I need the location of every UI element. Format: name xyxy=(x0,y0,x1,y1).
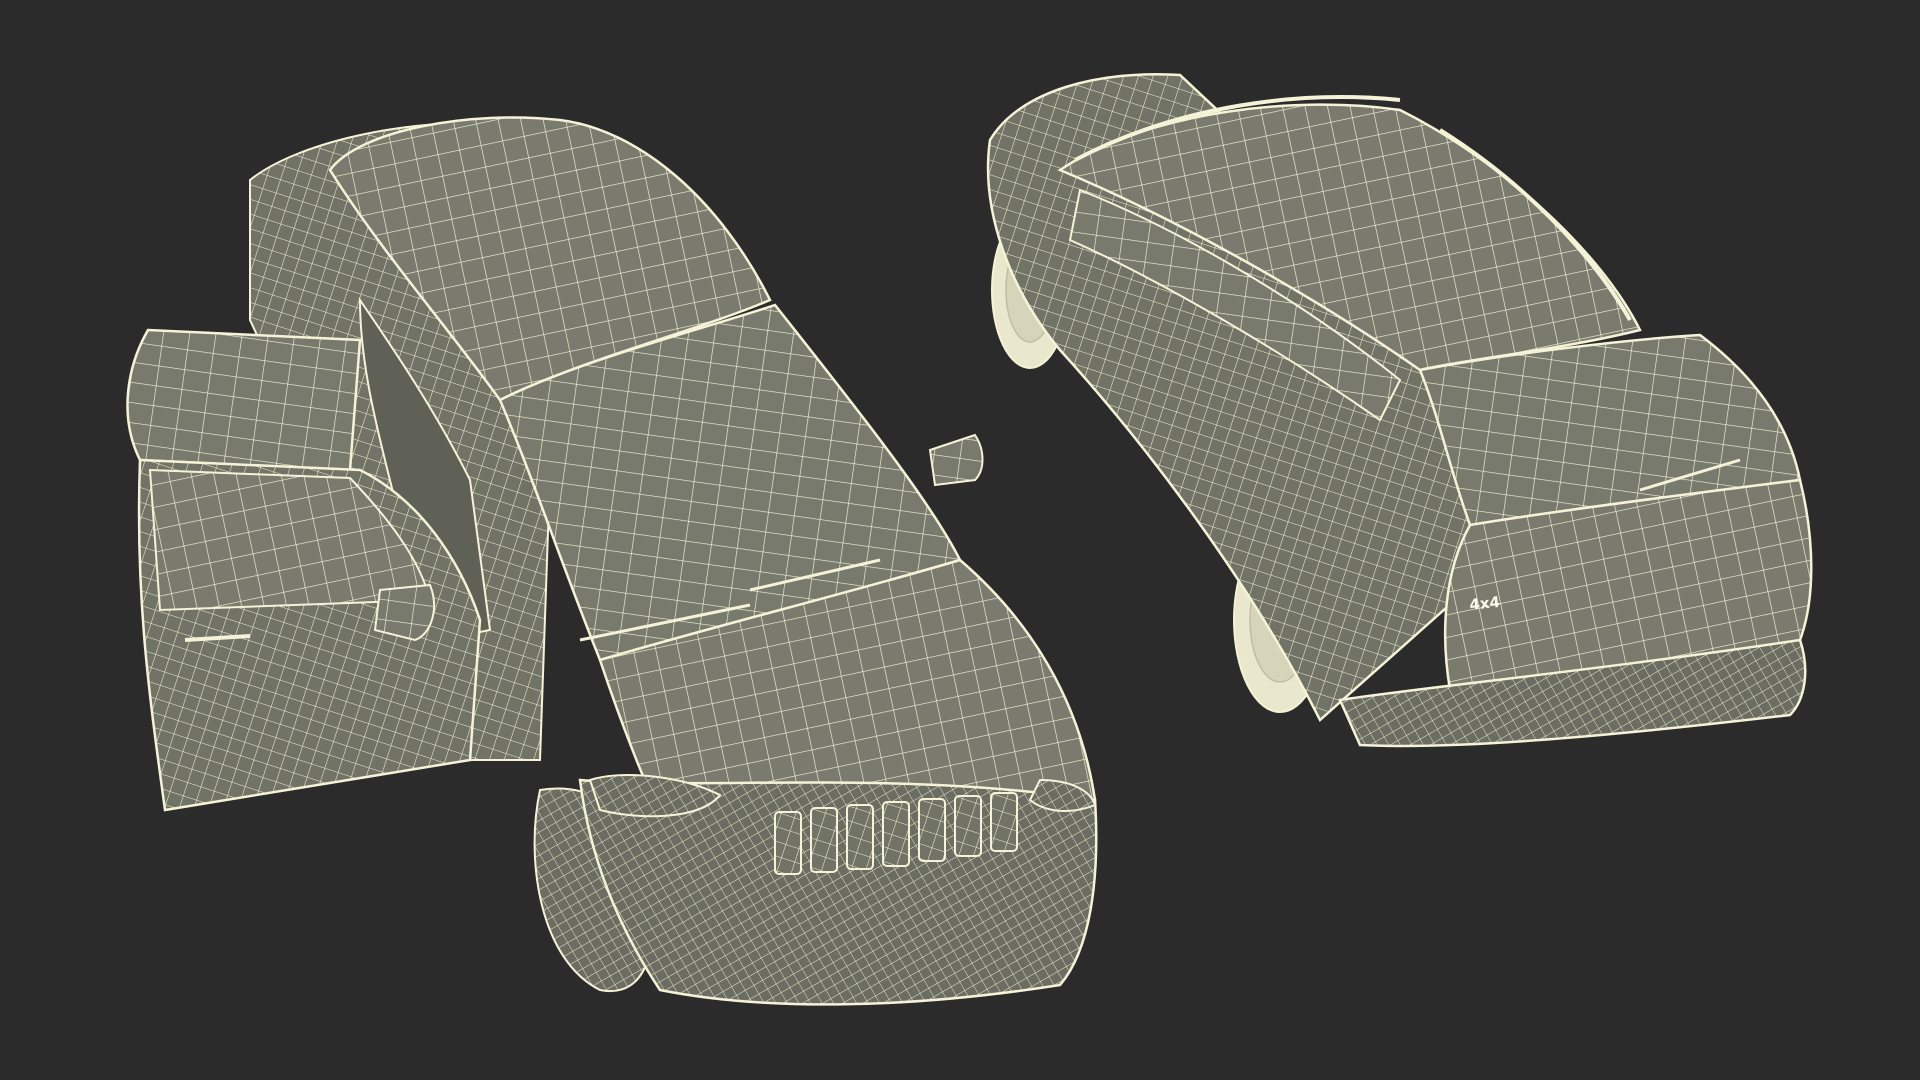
render-canvas: 4x4 xyxy=(126,73,1813,1006)
left-side-mirror xyxy=(373,583,435,642)
rear-badge: 4x4 xyxy=(1469,593,1501,614)
right-side-mirror xyxy=(928,433,984,487)
suv-rear-model: 4x4 xyxy=(986,73,1813,748)
open-rear-door xyxy=(126,328,362,472)
viewport: 4x4 xyxy=(0,0,1920,1080)
suv-front-model xyxy=(126,116,1098,1006)
